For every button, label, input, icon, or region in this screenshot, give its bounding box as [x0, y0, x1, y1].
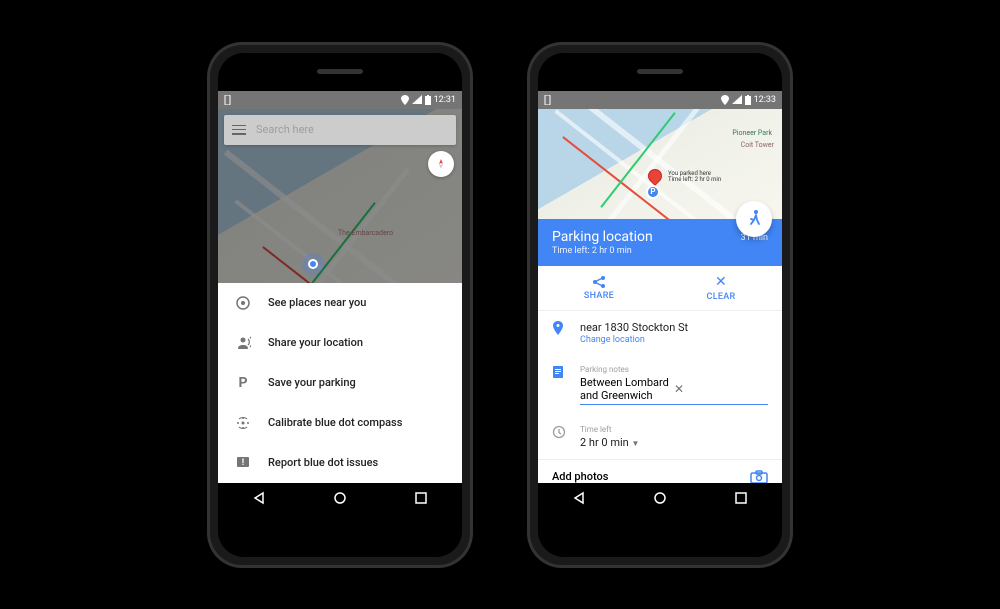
- clear-notes-icon[interactable]: ✕: [674, 382, 768, 396]
- recents-button[interactable]: [413, 490, 429, 506]
- notes-icon: [552, 365, 568, 379]
- share-icon: [591, 275, 607, 289]
- compass-icon: [234, 414, 252, 432]
- svg-text:!: !: [242, 458, 244, 468]
- screen-left: 12:31 Search here The Embarcadero 425 Ma…: [218, 91, 462, 513]
- report-icon: !: [234, 454, 252, 472]
- add-photos-row[interactable]: Add photos: [538, 459, 782, 483]
- camera-icon: [750, 470, 768, 483]
- compass-button[interactable]: [428, 151, 454, 177]
- phone-left: 12:31 Search here The Embarcadero 425 Ma…: [210, 45, 470, 565]
- notes-row[interactable]: Parking notes Between Lombard and Greenw…: [538, 355, 782, 415]
- address-row[interactable]: near 1830 Stockton St Change location: [538, 311, 782, 355]
- map-poi-label: Coit Tower: [741, 141, 774, 149]
- menu-icon[interactable]: [232, 125, 246, 135]
- map-canvas[interactable]: Search here The Embarcadero 425 Market S…: [218, 109, 462, 283]
- clock: 12:31: [434, 95, 456, 105]
- home-button[interactable]: [332, 490, 348, 506]
- parking-header: Parking location Time left: 2 hr 0 min 3…: [538, 219, 782, 266]
- menu-item-nearby[interactable]: See places near you: [218, 283, 462, 323]
- walk-icon: [746, 209, 762, 229]
- menu-item-calibrate[interactable]: Calibrate blue dot compass: [218, 403, 462, 443]
- place-icon: [552, 321, 568, 335]
- home-button[interactable]: [652, 490, 668, 506]
- close-icon: ✕: [715, 274, 727, 290]
- bottom-sheet: See places near you Share your location …: [218, 283, 462, 483]
- timeleft-row[interactable]: Time left 2 hr 0 min ▼: [538, 415, 782, 459]
- parking-icon: P: [234, 374, 252, 392]
- android-navbar: [538, 483, 782, 513]
- menu-item-share-location[interactable]: Share your location: [218, 323, 462, 363]
- clock: 12:33: [754, 95, 776, 105]
- menu-item-save-parking[interactable]: P Save your parking: [218, 363, 462, 403]
- menu-item-report[interactable]: ! Report blue dot issues: [218, 443, 462, 483]
- back-button[interactable]: [571, 490, 587, 506]
- map-poi-label: Pioneer Park: [732, 129, 772, 137]
- notes-input[interactable]: Between Lombard and Greenwich ✕: [580, 376, 768, 405]
- clear-button[interactable]: ✕ CLEAR: [660, 266, 782, 310]
- android-navbar: [218, 483, 462, 513]
- location-pin-icon: [401, 95, 409, 105]
- change-location-link[interactable]: Change location: [580, 335, 768, 345]
- signal-icon: [412, 95, 422, 104]
- target-icon: [234, 294, 252, 312]
- signal-icon: [732, 95, 742, 104]
- screen-right: 12:33 Pioneer Park Coit Tower P You park…: [538, 91, 782, 513]
- blue-dot[interactable]: [308, 259, 318, 269]
- recents-button[interactable]: [733, 490, 749, 506]
- action-row: SHARE ✕ CLEAR: [538, 266, 782, 311]
- battery-icon: [425, 95, 431, 105]
- clock-icon: [552, 425, 568, 439]
- battery-icon: [745, 95, 751, 105]
- header-subtitle: Time left: 2 hr 0 min: [552, 246, 741, 256]
- phone-right: 12:33 Pioneer Park Coit Tower P You park…: [530, 45, 790, 565]
- status-bar: 12:31: [218, 91, 462, 109]
- search-bar[interactable]: Search here: [224, 115, 456, 145]
- search-placeholder: Search here: [256, 123, 314, 136]
- location-pin-icon: [721, 95, 729, 105]
- share-location-icon: [234, 334, 252, 352]
- header-title: Parking location: [552, 229, 741, 245]
- detail-section: near 1830 Stockton St Change location Pa…: [538, 311, 782, 483]
- map-poi-label: The Embarcadero: [338, 229, 393, 237]
- back-button[interactable]: [251, 490, 267, 506]
- status-bar: 12:33: [538, 91, 782, 109]
- phone-status-icon: [544, 95, 551, 105]
- phone-status-icon: [224, 95, 231, 105]
- dropdown-icon: ▼: [631, 439, 639, 448]
- parking-pin[interactable]: P You parked here Time left: 2 hr 0 min: [648, 169, 662, 183]
- compass-needle-icon: [435, 158, 447, 170]
- walk-fab[interactable]: [736, 201, 772, 237]
- share-button[interactable]: SHARE: [538, 266, 660, 310]
